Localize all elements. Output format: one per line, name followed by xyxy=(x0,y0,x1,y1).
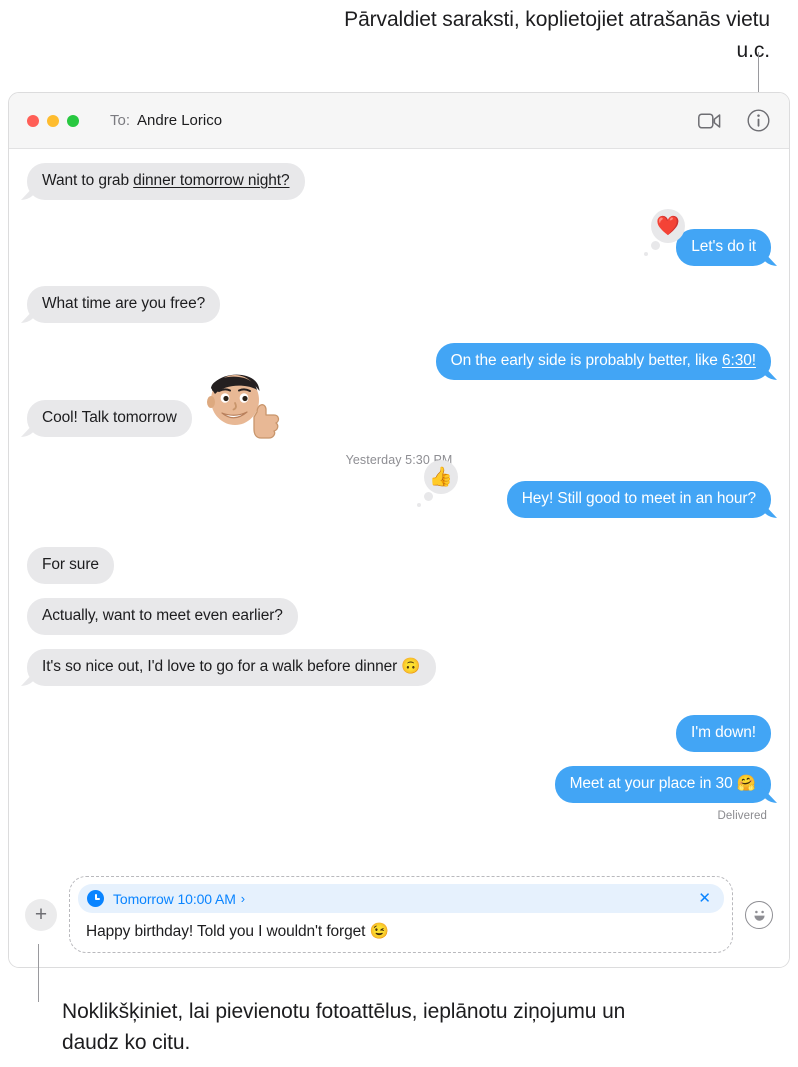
message-row: ❤️ Let's do it xyxy=(27,209,771,266)
message-bubble-incoming[interactable]: What time are you free? xyxy=(27,286,221,323)
compose-bar: + Tomorrow 10:00 AM › ✕ Happy birthday! … xyxy=(9,868,789,967)
add-attachment-button[interactable]: + xyxy=(25,898,57,931)
emoji-picker-button[interactable] xyxy=(745,900,773,929)
minimize-window-button[interactable] xyxy=(47,114,59,127)
details-button[interactable] xyxy=(743,106,773,136)
message-draft-text[interactable]: Happy birthday! Told you I wouldn't forg… xyxy=(78,913,724,946)
close-window-button[interactable] xyxy=(27,114,39,127)
smiley-face-icon xyxy=(753,910,765,921)
message-text: Cool! Talk tomorrow xyxy=(42,409,177,426)
info-circle-icon xyxy=(746,109,770,132)
message-bubble-outgoing[interactable]: On the early side is probably better, li… xyxy=(435,343,771,380)
titlebar-actions xyxy=(694,106,773,136)
to-label: To: xyxy=(110,112,131,129)
message-link[interactable]: dinner tomorrow night? xyxy=(133,172,289,189)
message-link[interactable]: 6:30! xyxy=(722,352,756,369)
message-bubble-incoming[interactable]: Actually, want to meet even earlier? xyxy=(27,598,298,635)
row-spacer xyxy=(27,759,771,766)
message-row: What time are you free? xyxy=(27,286,771,323)
message-row: Want to grab dinner tomorrow night? xyxy=(27,163,771,200)
delivery-status: Delivered xyxy=(717,810,767,822)
row-spacer xyxy=(27,591,771,598)
close-icon[interactable]: ✕ xyxy=(696,891,713,906)
schedule-chip-time: Tomorrow 10:00 AM xyxy=(113,890,236,907)
message-bubble-outgoing[interactable]: Meet at your place in 30 🤗 xyxy=(554,766,771,803)
callout-top-text: Pārvaldiet saraksti, koplietojiet atraša… xyxy=(344,8,770,62)
message-bubble-incoming[interactable]: Want to grab dinner tomorrow night? xyxy=(27,163,305,200)
page-root: Pārvaldiet saraksti, koplietojiet atraša… xyxy=(0,0,798,1067)
tapback-dot-large xyxy=(651,241,660,250)
message-input-area[interactable]: Tomorrow 10:00 AM › ✕ Happy birthday! To… xyxy=(69,876,733,953)
message-text: It's so nice out, I'd love to go for a w… xyxy=(42,658,421,675)
message-row: Cool! Talk tomorrow xyxy=(27,374,771,439)
message-bubble-incoming[interactable]: It's so nice out, I'd love to go for a w… xyxy=(27,649,436,686)
row-spacer xyxy=(27,273,771,286)
messages-window: To: Andre Lorico Want to grab dinner tom… xyxy=(8,92,790,968)
message-text: For sure xyxy=(42,556,99,573)
message-text: Let's do it xyxy=(691,238,756,255)
message-row: 👍 Hey! Still good to meet in an hour? xyxy=(27,460,771,518)
message-row: For sure xyxy=(27,547,771,584)
tapback-dot-small xyxy=(644,252,648,256)
message-row: I'm down! xyxy=(27,715,771,752)
row-spacer xyxy=(27,330,771,343)
message-row: On the early side is probably better, li… xyxy=(27,343,771,380)
message-row: Meet at your place in 30 🤗 xyxy=(27,766,771,803)
callout-bottom-leader-line xyxy=(38,944,39,1002)
message-bubble-incoming[interactable]: Cool! Talk tomorrow xyxy=(27,400,192,437)
row-spacer xyxy=(27,693,771,715)
message-text: I'm down! xyxy=(691,724,756,741)
video-camera-icon xyxy=(697,112,720,129)
message-bubble-outgoing[interactable]: Hey! Still good to meet in an hour? xyxy=(506,481,771,518)
message-bubble-outgoing[interactable]: I'm down! xyxy=(676,715,771,752)
facetime-button[interactable] xyxy=(694,106,724,136)
row-spacer xyxy=(27,207,771,229)
message-text: Meet at your place in 30 🤗 xyxy=(569,775,757,792)
row-spacer xyxy=(27,525,771,547)
message-text: On the early side is probably better, li… xyxy=(450,352,723,369)
recipient-name: Andre Lorico xyxy=(137,112,223,129)
tapback-dot-small xyxy=(417,503,421,507)
recipient-field[interactable]: To: Andre Lorico xyxy=(110,112,222,129)
clock-icon xyxy=(87,890,104,907)
message-transcript[interactable]: Want to grab dinner tomorrow night? ❤️ L… xyxy=(9,149,789,868)
message-bubble-incoming[interactable]: For sure xyxy=(27,547,114,584)
schedule-chip-label[interactable]: Tomorrow 10:00 AM › xyxy=(113,891,245,907)
timestamp-divider: Yesterday 5:30 PM xyxy=(345,453,453,467)
message-bubble-outgoing[interactable]: Let's do it xyxy=(676,229,771,266)
message-row: It's so nice out, I'd love to go for a w… xyxy=(27,649,771,686)
window-titlebar: To: Andre Lorico xyxy=(9,93,789,149)
row-spacer xyxy=(27,387,771,400)
zoom-window-button[interactable] xyxy=(67,114,79,127)
callout-bottom-text: Noklikšķiniet, lai pievienotu fotoattēlu… xyxy=(62,1000,626,1054)
message-text: Actually, want to meet even earlier? xyxy=(42,607,283,624)
traffic-light-controls xyxy=(27,114,79,127)
row-spacer xyxy=(27,642,771,649)
chevron-right-icon: › xyxy=(240,891,246,906)
tapback-dot-large xyxy=(424,492,433,501)
message-text: Want to grab xyxy=(42,172,134,189)
message-row: Actually, want to meet even earlier? xyxy=(27,598,771,635)
message-text: Hey! Still good to meet in an hour? xyxy=(521,490,756,507)
scheduled-send-chip[interactable]: Tomorrow 10:00 AM › ✕ xyxy=(78,884,724,913)
message-text: What time are you free? xyxy=(42,295,206,312)
